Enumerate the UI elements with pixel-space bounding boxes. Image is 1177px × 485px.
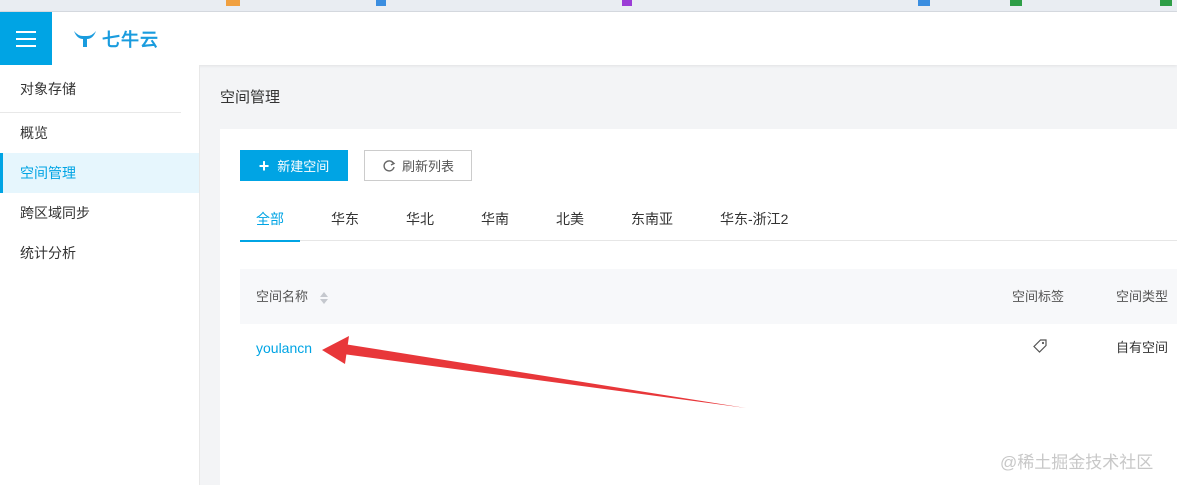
sidebar: 对象存储 概览 空间管理 跨区域同步 统计分析 <box>0 65 200 485</box>
refresh-icon <box>383 159 396 172</box>
tab-south-china[interactable]: 华南 <box>465 201 525 241</box>
bucket-type: 自有空间 <box>1116 340 1169 355</box>
column-header-bucket-name[interactable]: 空间名称 <box>256 269 328 324</box>
menu-line <box>16 37 36 40</box>
sidebar-item-cross-region-sync[interactable]: 跨区域同步 <box>0 193 199 233</box>
page-title: 空间管理 <box>220 89 281 106</box>
brand-name: 七牛云 <box>102 30 159 50</box>
column-header-bucket-type: 空间类型 <box>1116 289 1169 304</box>
column-header-bucket-tag: 空间标签 <box>1012 289 1065 304</box>
sidebar-item-statistics[interactable]: 统计分析 <box>0 233 199 273</box>
plus-icon: + <box>258 155 270 176</box>
sidebar-item-overview[interactable]: 概览 <box>0 113 199 153</box>
table-header: 空间名称 空间标签 空间类型 <box>240 269 1177 324</box>
bull-logo-icon <box>74 31 96 47</box>
bucket-name[interactable]: youlancn <box>256 340 312 356</box>
bookmark-fragment <box>1160 0 1172 6</box>
table-row: youlancn 自有空间 <box>240 324 1177 372</box>
menu-line <box>16 44 36 47</box>
bookmark-fragment <box>1010 0 1022 6</box>
bookmark-fragment <box>226 0 240 6</box>
tab-north-china[interactable]: 华北 <box>390 201 450 241</box>
hamburger-menu-button[interactable] <box>0 12 52 65</box>
brand-logo[interactable]: 七牛云 <box>72 26 159 52</box>
sort-icon[interactable] <box>319 291 328 304</box>
tab-all[interactable]: 全部 <box>240 201 300 242</box>
main-panel: + 新建空间 刷新列表 全部 华东 华北 华南 北美 东南亚 华东-浙江2 空间… <box>220 129 1177 485</box>
tab-north-america[interactable]: 北美 <box>540 201 600 241</box>
column-header-label: 空间名称 <box>256 289 309 304</box>
bookmark-fragment <box>622 0 632 6</box>
new-bucket-button[interactable]: + 新建空间 <box>240 150 348 181</box>
watermark: @稀土掘金技术社区 <box>1000 453 1154 472</box>
region-tabs: 全部 华东 华北 华南 北美 东南亚 华东-浙江2 <box>240 201 1177 242</box>
sidebar-item-bucket-management[interactable]: 空间管理 <box>0 153 199 193</box>
sidebar-header: 对象存储 <box>0 65 181 113</box>
tab-east-china[interactable]: 华东 <box>315 201 375 241</box>
refresh-list-button[interactable]: 刷新列表 <box>364 150 472 181</box>
top-nav-bar: 七牛云 <box>0 12 1177 65</box>
bookmark-fragment <box>918 0 930 6</box>
new-bucket-label: 新建空间 <box>277 159 330 174</box>
tab-east-china-zhejiang2[interactable]: 华东-浙江2 <box>704 201 804 241</box>
browser-bookmark-strip <box>0 0 1177 12</box>
menu-line <box>16 30 36 33</box>
bucket-name-link[interactable]: youlancn <box>256 324 312 373</box>
bookmark-fragment <box>376 0 386 6</box>
tag-icon[interactable] <box>1032 338 1048 357</box>
refresh-list-label: 刷新列表 <box>401 159 454 174</box>
tab-southeast-asia[interactable]: 东南亚 <box>615 201 689 241</box>
